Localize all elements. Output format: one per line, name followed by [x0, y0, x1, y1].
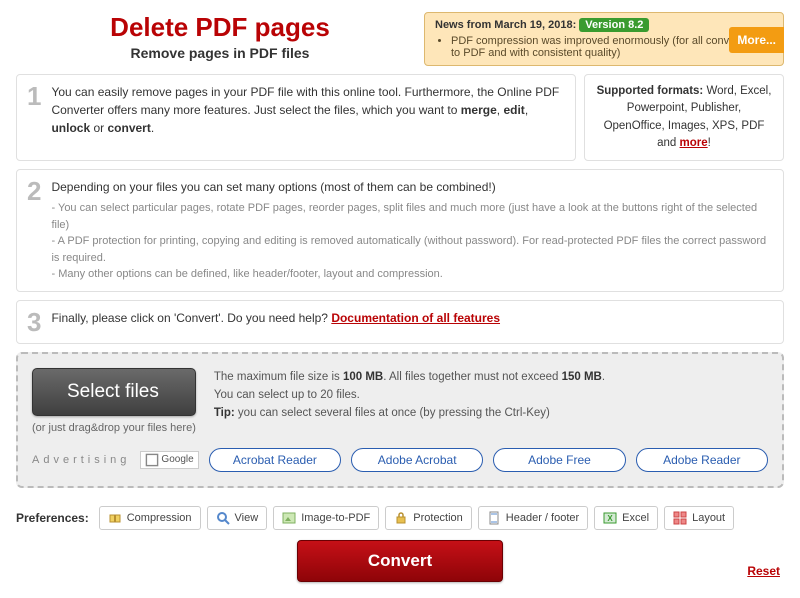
view-icon [216, 511, 230, 525]
pref-view[interactable]: View [207, 506, 268, 530]
step-1: 1 You can easily remove pages in your PD… [16, 74, 576, 161]
more-button[interactable]: More... [729, 27, 784, 53]
adchoices-icon [145, 453, 159, 467]
svg-text:X: X [608, 514, 614, 523]
reset-link[interactable]: Reset [747, 564, 780, 578]
header: Delete PDF pages Remove pages in PDF fil… [16, 12, 424, 61]
convert-button[interactable]: Convert [297, 540, 503, 582]
preferences-label: Preferences: [16, 511, 89, 525]
ads-row: Advertising Google Acrobat Reader Adobe … [32, 448, 768, 472]
layout-icon [673, 511, 687, 525]
page-subtitle: Remove pages in PDF files [16, 45, 424, 61]
ad-link-4[interactable]: Adobe Reader [636, 448, 768, 472]
news-box: News from March 19, 2018: Version 8.2 PD… [424, 12, 784, 66]
pref-header-footer[interactable]: Header / footer [478, 506, 588, 530]
step-2: 2 Depending on your files you can set ma… [16, 169, 784, 292]
upload-area[interactable]: Select files (or just drag&drop your fil… [16, 352, 784, 488]
pref-compression[interactable]: Compression [99, 506, 201, 530]
step-number: 2 [27, 178, 41, 283]
advertising-label: Advertising [32, 454, 130, 466]
supported-formats: Supported formats: Word, Excel, Powerpoi… [584, 74, 784, 161]
page-title: Delete PDF pages [16, 12, 424, 43]
preferences-bar: Preferences: Compression View Image-to-P… [0, 496, 800, 536]
drag-hint: (or just drag&drop your files here) [32, 422, 196, 434]
select-files-button[interactable]: Select files [32, 368, 196, 416]
ad-link-3[interactable]: Adobe Free [493, 448, 625, 472]
image-icon [282, 511, 296, 525]
document-icon [487, 511, 501, 525]
ad-link-2[interactable]: Adobe Acrobat [351, 448, 483, 472]
step-number: 1 [27, 83, 41, 152]
more-formats-link[interactable]: more [680, 137, 708, 149]
lock-icon [394, 511, 408, 525]
pref-layout[interactable]: Layout [664, 506, 734, 530]
compression-icon [108, 511, 122, 525]
news-item: PDF compression was improved enormously … [451, 35, 773, 59]
upload-info: The maximum file size is 100 MB. All fil… [214, 368, 605, 423]
excel-icon: X [603, 511, 617, 525]
pref-excel[interactable]: XExcel [594, 506, 658, 530]
news-date: News from March 19, 2018: [435, 19, 576, 31]
version-badge: Version 8.2 [579, 18, 649, 32]
ad-link-1[interactable]: Acrobat Reader [209, 448, 341, 472]
google-badge: Google [140, 451, 198, 469]
pref-image-to-pdf[interactable]: Image-to-PDF [273, 506, 379, 530]
pref-protection[interactable]: Protection [385, 506, 472, 530]
step-3: 3 Finally, please click on 'Convert'. Do… [16, 300, 784, 344]
step-number: 3 [27, 309, 41, 335]
documentation-link[interactable]: Documentation of all features [331, 311, 500, 325]
